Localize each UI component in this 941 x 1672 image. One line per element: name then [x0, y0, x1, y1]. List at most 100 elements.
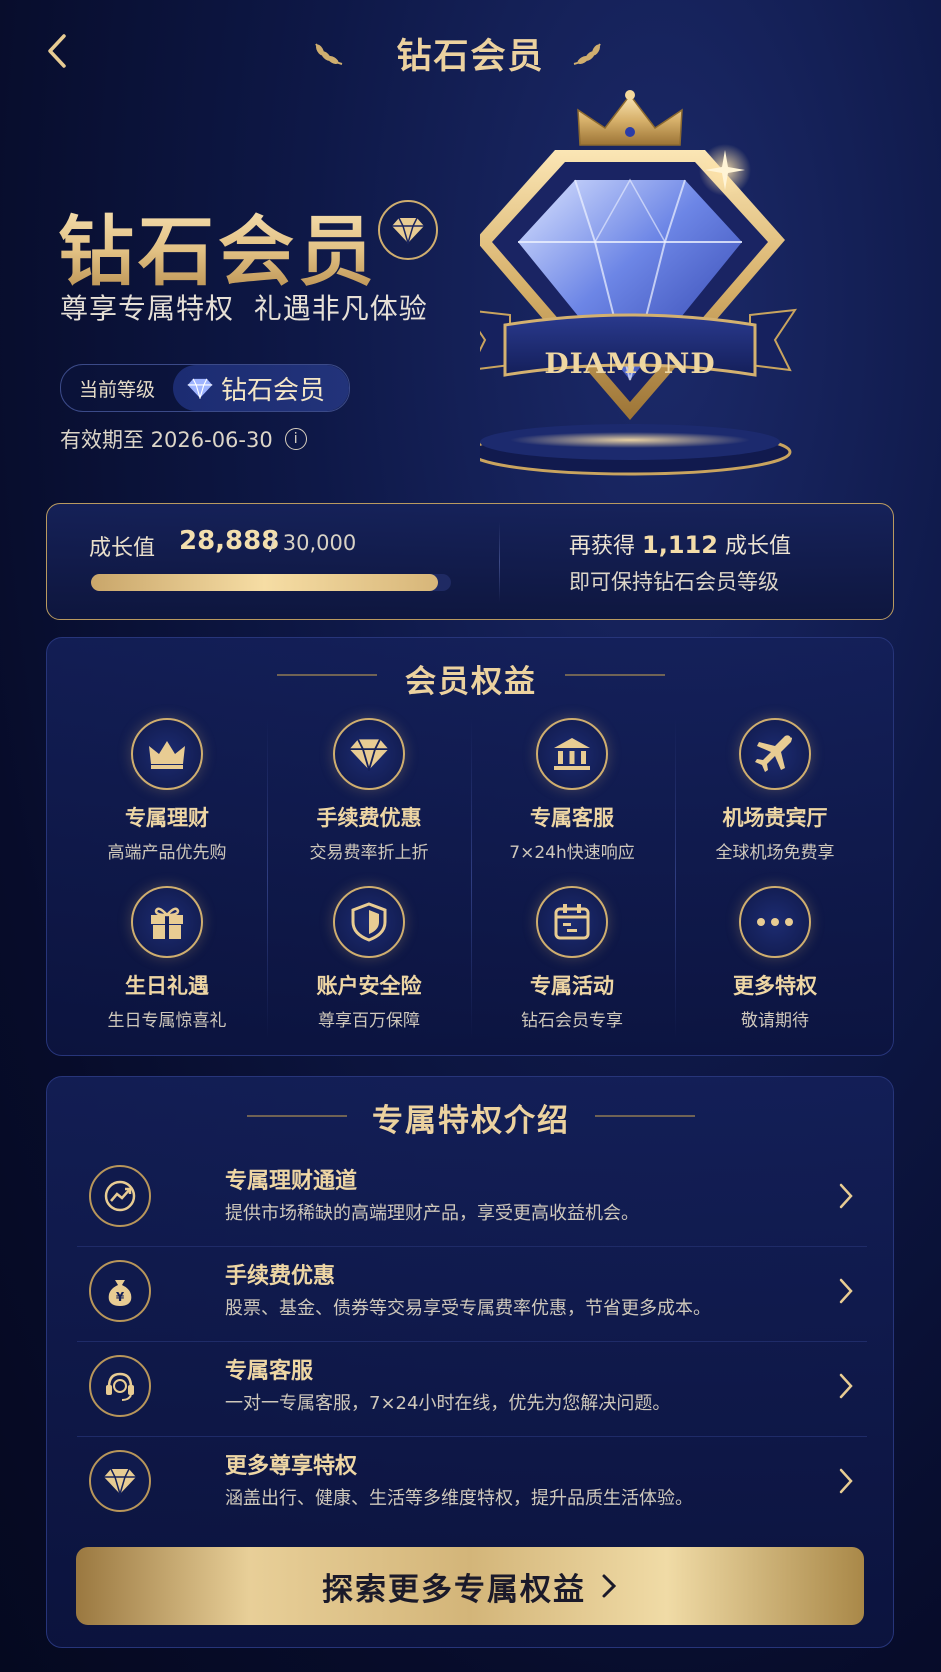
benefit-name: 手续费优惠: [316, 806, 422, 830]
bank-icon: [554, 738, 590, 770]
intro-item-name: 专属理财通道: [225, 1169, 358, 1194]
explore-more-button[interactable]: 探索更多专属权益: [76, 1547, 864, 1625]
benefit-icon-wrap: [131, 886, 203, 958]
level-label: 当前等级: [79, 378, 156, 401]
benefit-desc: 7×24h快速响应: [509, 843, 635, 863]
benefit-desc: 生日专属惊喜礼: [107, 1011, 227, 1031]
benefit-birthday[interactable]: 生日礼遇 生日专属惊喜礼: [67, 886, 267, 1031]
title-deco-right: [595, 1115, 695, 1117]
benefit-icon-wrap: [739, 718, 811, 790]
benefit-account-insurance[interactable]: 账户安全险 尊享百万保障: [269, 886, 469, 1031]
benefit-desc: 高端产品优先购: [107, 843, 227, 863]
benefit-desc: 钻石会员专享: [521, 1011, 623, 1031]
benefit-exclusive-service[interactable]: 专属客服 7×24h快速响应: [472, 718, 672, 863]
airplane-icon: [755, 735, 792, 772]
expiry-date: 有效期至 2026-06-30 i: [60, 424, 307, 454]
growth-total: / 30,000: [269, 531, 357, 555]
benefit-icon-wrap: [536, 718, 608, 790]
diamond-icon: [104, 1468, 136, 1495]
divider: [77, 1436, 867, 1437]
benefit-more-privileges[interactable]: 更多特权 敬请期待: [675, 886, 875, 1031]
page-title: 钻石会员: [396, 37, 545, 77]
growth-current: 28,888: [179, 526, 280, 556]
intro-item-exclusive-service[interactable]: 专属客服 一对一专属客服，7×24小时在线，优先为您解决问题。: [77, 1345, 867, 1437]
need-suffix: 成长值: [724, 534, 791, 559]
intro-item-desc: 一对一专属客服，7×24小时在线，优先为您解决问题。: [225, 1393, 671, 1414]
diamond-icon: [392, 217, 424, 244]
growth-card: 成长值 28,888 / 30,000 再获得 1,112 成长值 即可保持钻石…: [46, 503, 894, 620]
growth-progress-bar: [91, 574, 451, 591]
money-bag-icon: ¥: [108, 1280, 132, 1306]
info-icon[interactable]: i: [284, 428, 307, 450]
chevron-right-icon: [839, 1278, 853, 1304]
benefit-fee-discount[interactable]: 手续费优惠 交易费率折上折: [269, 718, 469, 863]
benefit-name: 更多特权: [733, 974, 817, 998]
more-icon: [757, 918, 793, 926]
intro-item-finance-channel[interactable]: 专属理财通道 提供市场稀缺的高端理财产品，享受更高收益机会。: [77, 1155, 867, 1247]
growth-progress-fill: [91, 574, 438, 591]
gift-icon: [151, 907, 183, 939]
intro-item-desc: 涵盖出行、健康、生活等多维度特权，提升品质生活体验。: [225, 1488, 693, 1509]
explore-more-label: 探索更多专属权益: [322, 1571, 586, 1608]
benefit-desc: 全球机场免费享: [715, 843, 835, 863]
benefit-name: 专属活动: [530, 974, 614, 998]
calendar-icon: [554, 904, 590, 940]
chevron-right-icon: [839, 1373, 853, 1399]
intro-title: 专属特权介绍: [372, 1103, 570, 1139]
level-value-text: 钻石会员: [221, 375, 326, 406]
intro-item-fee-discount[interactable]: ¥ 手续费优惠 股票、基金、债券等交易享受专属费率优惠，节省更多成本。: [77, 1250, 867, 1342]
benefits-card: 会员权益 专属理财 高端产品优先购 手续费优惠 交易费率折上折 专属客服 7×2…: [46, 637, 894, 1056]
intro-icon-wrap: [89, 1165, 151, 1227]
hero-diamond-badge: [378, 200, 438, 260]
divider: [77, 1341, 867, 1342]
growth-hint: 即可保持钻石会员等级: [569, 570, 779, 594]
emblem-ribbon-text: DIAMOND: [544, 347, 715, 380]
benefit-desc: 尊享百万保障: [318, 1011, 420, 1031]
intro-icon-wrap: ¥: [89, 1260, 151, 1322]
hero-subtitle: 尊享专属特权 礼遇非凡体验: [60, 292, 428, 325]
intro-item-name: 专属客服: [225, 1359, 314, 1384]
need-prefix: 再获得: [569, 534, 636, 559]
benefit-exclusive-events[interactable]: 专属活动 钻石会员专享: [472, 886, 672, 1031]
benefit-icon-wrap: [333, 718, 405, 790]
intro-item-desc: 提供市场稀缺的高端理财产品，享受更高收益机会。: [225, 1203, 639, 1224]
chart-trend-icon: [104, 1180, 136, 1212]
need-value: 1,112: [642, 531, 718, 559]
benefit-name: 生日礼遇: [125, 974, 209, 998]
chevron-right-icon: [839, 1468, 853, 1494]
benefit-name: 账户安全险: [316, 974, 422, 998]
chevron-right-icon: [839, 1183, 853, 1209]
benefit-icon-wrap: [536, 886, 608, 958]
crown-icon: [149, 741, 185, 769]
shield-icon: [351, 902, 387, 942]
benefit-icon-wrap: [739, 886, 811, 958]
growth-label: 成长值: [89, 536, 156, 561]
level-value: 钻石会员: [173, 365, 350, 411]
intro-item-more-privileges[interactable]: 更多尊享特权 涵盖出行、健康、生活等多维度特权，提升品质生活体验。: [77, 1440, 867, 1532]
expiry-text: 有效期至 2026-06-30: [60, 428, 273, 452]
benefit-name: 专属理财: [125, 806, 209, 830]
intro-icon-wrap: [89, 1450, 151, 1512]
laurel-right-icon: [573, 43, 601, 65]
growth-need: 再获得 1,112 成长值: [569, 528, 791, 560]
benefits-title: 会员权益: [405, 664, 537, 700]
hero-title: 钻石会员: [58, 190, 378, 300]
current-level-pill: 当前等级 钻石会员: [60, 364, 351, 412]
divider: [267, 718, 268, 1038]
diamond-icon: [349, 739, 389, 771]
intro-item-name: 更多尊享特权: [225, 1454, 358, 1479]
benefit-desc: 敬请期待: [741, 1011, 809, 1031]
intro-item-desc: 股票、基金、债券等交易享受专属费率优惠，节省更多成本。: [225, 1298, 711, 1319]
diamond-emblem: DIAMOND: [480, 90, 798, 476]
intro-icon-wrap: [89, 1355, 151, 1417]
divider: [77, 1246, 867, 1247]
benefit-icon-wrap: [131, 718, 203, 790]
chevron-right-icon: [602, 1574, 617, 1598]
diamond-icon: [187, 378, 213, 399]
benefit-desc: 交易费率折上折: [309, 843, 429, 863]
benefit-airport-lounge[interactable]: 机场贵宾厅 全球机场免费享: [675, 718, 875, 863]
benefit-icon-wrap: [333, 886, 405, 958]
benefit-name: 专属客服: [530, 806, 614, 830]
benefit-exclusive-finance[interactable]: 专属理财 高端产品优先购: [67, 718, 267, 863]
benefit-name: 机场贵宾厅: [722, 806, 828, 830]
